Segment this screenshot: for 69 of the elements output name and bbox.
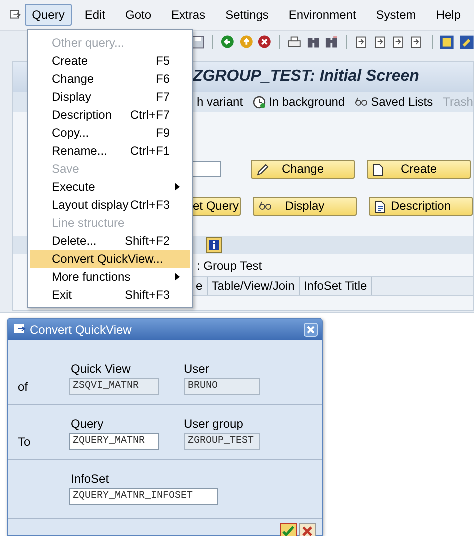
menu-item[interactable]: Copy... F9 [30,124,190,142]
glasses-icon [355,97,368,107]
confirm-icon[interactable] [280,523,297,536]
field-caption: InfoSet [71,472,110,486]
action-button[interactable]: Description [369,196,473,216]
field-caption: Quick View [71,362,131,376]
window-menu-icon[interactable] [10,10,22,20]
field-caption: Query [71,417,104,431]
cancel-icon[interactable] [258,35,272,49]
toolbar-button[interactable]: h variant [197,95,244,109]
menu-item[interactable]: Create F5 [30,52,190,70]
menu-item[interactable]: Convert QuickView... [30,250,190,268]
input-field[interactable]: ZGROUP_TEST [184,433,260,450]
layout-icon[interactable] [440,34,455,50]
page-nav-icon[interactable] [392,36,406,48]
menu-tab[interactable]: Edit [78,4,113,26]
toolbar-button[interactable]: In background [253,95,346,109]
menu-tab[interactable]: Settings [218,4,276,26]
info-icon[interactable] [206,237,222,253]
submenu-arrow-icon [175,273,180,281]
action-button[interactable]: Change [251,160,355,178]
clock-icon [253,96,266,108]
cancel-icon[interactable] [299,523,316,536]
pencil-icon [257,164,269,176]
menu-item[interactable]: Execute [30,178,190,196]
document-icon [375,200,387,214]
menu-tab[interactable]: Help [429,4,468,26]
action-button[interactable]: Display [253,196,357,216]
toolbar-button[interactable]: Saved Lists [355,95,434,109]
menu-tab[interactable]: System [369,4,424,26]
window-menu-icon[interactable] [14,324,26,335]
menu-item[interactable]: Display F7 [30,88,190,106]
field-caption: User [184,362,210,376]
menu-item[interactable]: Layout displayCtrl+F3 [30,196,190,214]
menu-tab[interactable]: Environment [282,4,364,26]
input-field[interactable]: ZQUERY_MATNR [69,433,159,450]
menu-tab[interactable]: Extras [164,4,213,26]
menu-item[interactable]: Exit Shift+F3 [30,286,190,304]
menu-item[interactable]: Change F6 [30,70,190,88]
column-header[interactable]: InfoSet Title [300,277,372,295]
menu-item[interactable]: Description Ctrl+F7 [30,106,190,124]
page-nav-icon[interactable] [410,36,424,48]
menu-tab[interactable]: Goto [118,4,159,26]
screen-title: ZGROUP_TEST: Initial Screen [193,68,420,86]
menu-item[interactable]: Delete... Shift+F2 [30,232,190,250]
menu-item[interactable]: Rename... Ctrl+F1 [30,142,190,160]
glasses-icon [259,200,272,210]
group-label: : Group Test [197,259,262,273]
print-icon[interactable] [288,36,302,48]
page-nav-icon[interactable] [374,36,387,48]
row-label: To [17,434,32,448]
menu-tab[interactable]: Query [25,4,72,26]
field-caption: User group [184,417,244,431]
input-field[interactable]: ZSQVI_MATNR [69,378,159,395]
page-icon [373,164,384,176]
back-icon[interactable] [221,35,235,49]
submenu-arrow-icon [175,183,180,191]
save-icon[interactable] [192,36,204,48]
input-field[interactable]: ZQUERY_MATNR_INFOSET [69,488,218,505]
action-button[interactable]: et Query [191,196,241,216]
input-field[interactable]: BRUNO [184,378,260,395]
action-button[interactable]: Create [367,160,471,178]
input-field[interactable] [191,161,221,177]
row-label: of [17,380,30,394]
column-header[interactable]: Table/View/Join [208,277,300,295]
close-icon[interactable] [304,322,318,336]
page-nav-icon[interactable] [355,36,369,48]
menu-item[interactable]: More functions [30,268,190,286]
dialog-title: Convert QuickView [30,322,132,336]
